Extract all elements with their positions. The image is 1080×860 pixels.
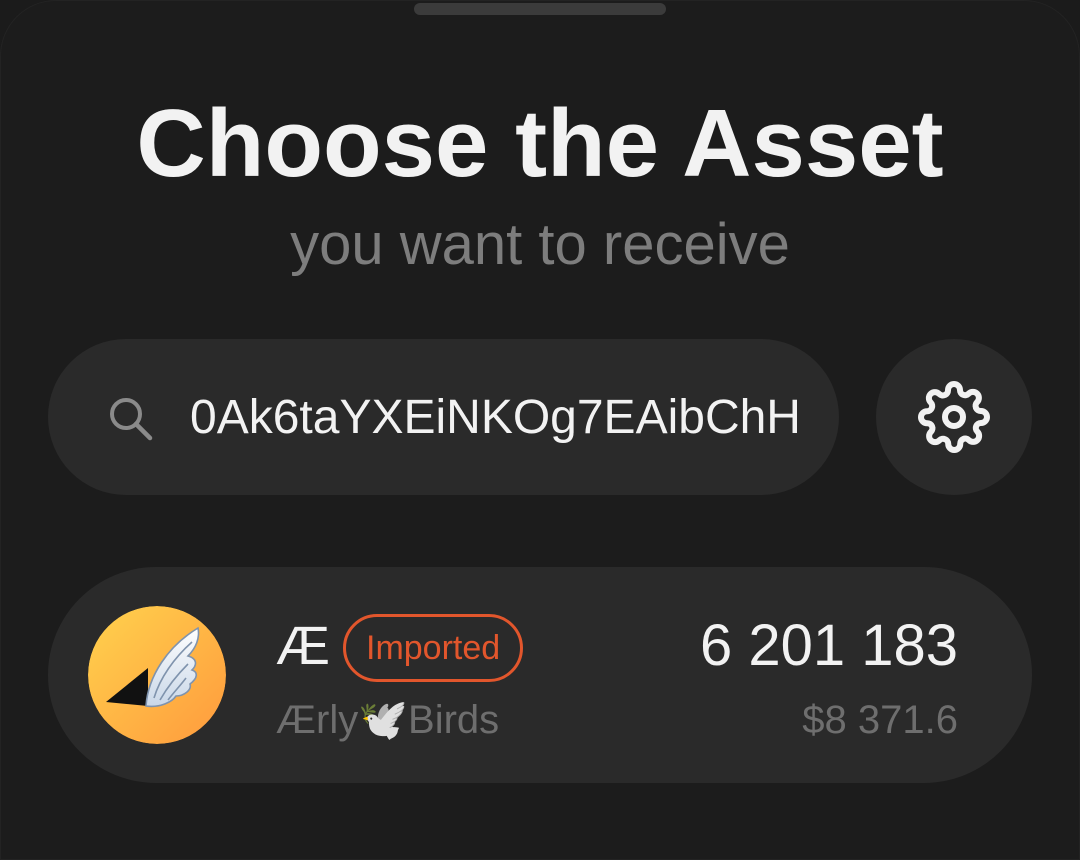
imported-badge: Imported [343,614,524,682]
asset-name: Ærly🕊️Birds [276,698,500,742]
wing-icon [88,606,226,744]
page-title: Choose the Asset [136,90,944,197]
gear-icon [918,381,990,453]
search-input[interactable] [190,384,810,450]
asset-balance: 6 201 183 [699,613,958,678]
settings-button[interactable] [876,339,1032,495]
asset-avatar [88,606,226,744]
search-icon [110,398,153,441]
page-subtitle: you want to receive [290,212,790,277]
asset-fiat-value: $8 371.6 [802,698,958,742]
asset-symbol: Æ [276,616,330,676]
sheet-drag-handle[interactable] [414,3,666,15]
